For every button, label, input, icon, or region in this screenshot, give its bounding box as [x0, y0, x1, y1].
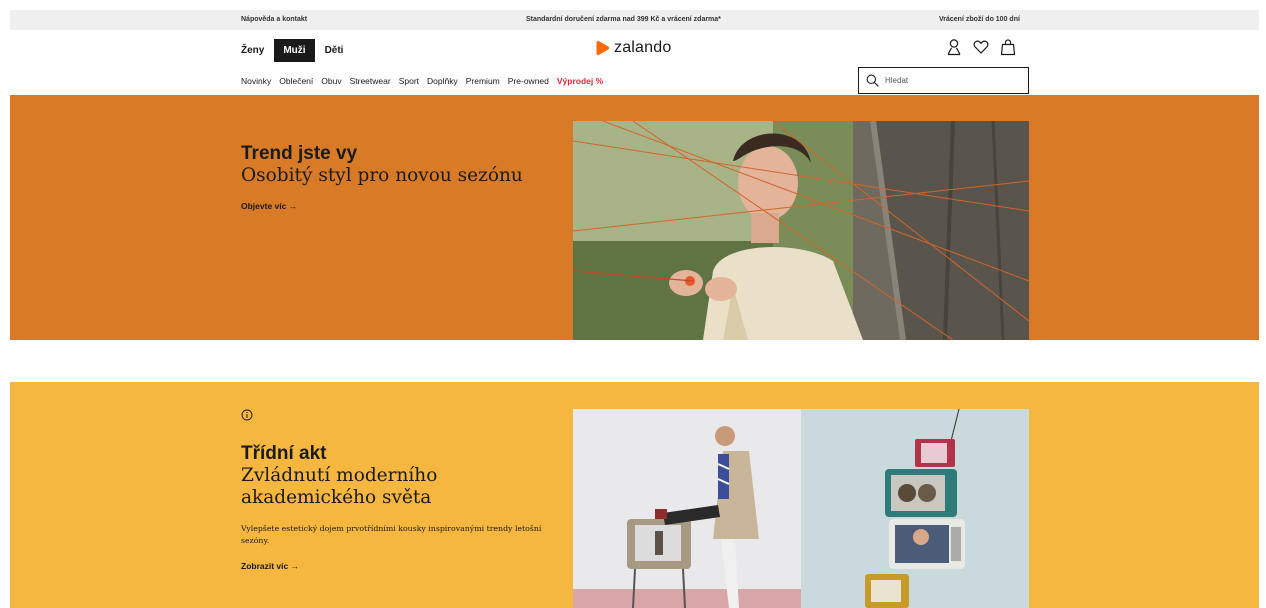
tab-women[interactable]: Ženy [241, 39, 273, 62]
nav-doplnky[interactable]: Doplňky [427, 76, 458, 86]
category-nav: Novinky Oblečení Obuv Streetwear Sport D… [241, 76, 603, 86]
logo-text: zalando [614, 39, 672, 56]
hero-banner-title: Trend jste vy [241, 143, 358, 164]
logo-mark-icon [596, 41, 610, 55]
hero-banner-text: Trend jste vy Osobitý styl pro novou sez… [241, 143, 523, 214]
tab-kids[interactable]: Děti [316, 39, 353, 62]
tab-men[interactable]: Muži [274, 38, 315, 62]
show-more-link[interactable]: Zobrazit víc → [241, 561, 299, 571]
header-icons [946, 38, 1016, 56]
promo-banner-photo[interactable] [573, 409, 1029, 608]
nav-vyprodej[interactable]: Výprodej % [557, 76, 603, 86]
hero-banner-subtitle: Osobitý styl pro novou sezónu [241, 165, 523, 186]
info-icon[interactable] [241, 409, 253, 421]
nav-streetwear[interactable]: Streetwear [350, 76, 391, 86]
search-icon [866, 74, 879, 87]
promo-banner-description: Vylepšete estetický dojem prvotřídními k… [241, 524, 542, 545]
nav-sport[interactable]: Sport [399, 76, 419, 86]
help-contact-link[interactable]: Nápověda a kontakt [241, 16, 307, 23]
search-box[interactable] [858, 67, 1029, 94]
search-input[interactable] [885, 76, 1025, 85]
nav-pre-owned[interactable]: Pre-owned [508, 76, 549, 86]
free-delivery-notice[interactable]: Standardní doručení zdarma nad 399 Kč a … [526, 16, 721, 23]
promo-banner-text: Třídní akt Zvládnutí moderního akademick… [241, 443, 571, 574]
gender-tabs: Ženy Muži Děti [241, 38, 353, 62]
nav-novinky[interactable]: Novinky [241, 76, 271, 86]
nav-premium[interactable]: Premium [466, 76, 500, 86]
promo-banner-title: Třídní akt [241, 443, 327, 464]
promo-banner-class-act: Třídní akt Zvládnutí moderního akademick… [10, 382, 1259, 608]
nav-obuv[interactable]: Obuv [321, 76, 341, 86]
hero-banner-trend: Trend jste vy Osobitý styl pro novou sez… [10, 95, 1259, 340]
bag-icon[interactable] [1000, 38, 1016, 56]
hero-banner-photo[interactable] [573, 121, 1029, 340]
promo-banner-subtitle: Zvládnutí moderního akademického světa [241, 465, 438, 508]
knitting-man-photo [573, 121, 1029, 340]
zalando-logo[interactable]: zalando [596, 38, 671, 58]
info-strip: Nápověda a kontakt Standardní doručení z… [10, 10, 1259, 30]
nav-obleceni[interactable]: Oblečení [279, 76, 313, 86]
return-policy-notice[interactable]: Vrácení zboží do 100 dní [939, 16, 1020, 23]
heart-icon[interactable] [973, 38, 989, 56]
user-icon[interactable] [946, 38, 962, 56]
discover-more-link[interactable]: Objevte víc → [241, 201, 297, 211]
retro-tv-photo [573, 409, 1029, 608]
